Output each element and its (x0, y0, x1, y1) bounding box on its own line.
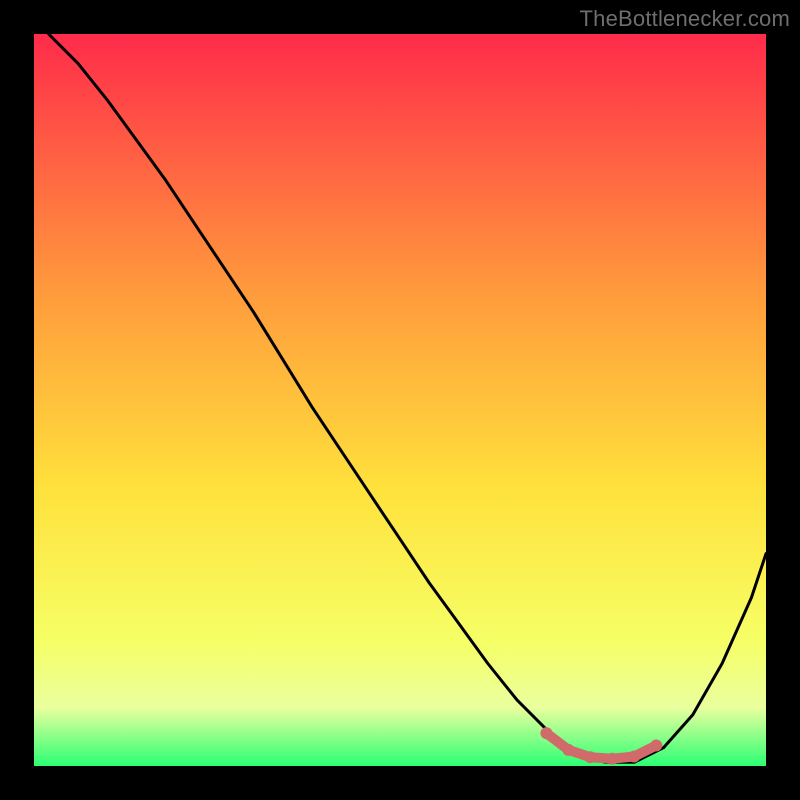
chart-svg (34, 34, 766, 766)
highlight-dot (540, 727, 552, 739)
highlight-dot (562, 744, 574, 756)
highlight-dot (650, 740, 662, 752)
highlight-dot (628, 751, 640, 763)
watermark-label: TheBottlenecker.com (580, 6, 790, 32)
plot-area (34, 34, 766, 766)
chart-frame: TheBottlenecker.com (0, 0, 800, 800)
highlight-dot (584, 751, 596, 763)
gradient-background (34, 34, 766, 766)
highlight-dot (606, 753, 618, 765)
